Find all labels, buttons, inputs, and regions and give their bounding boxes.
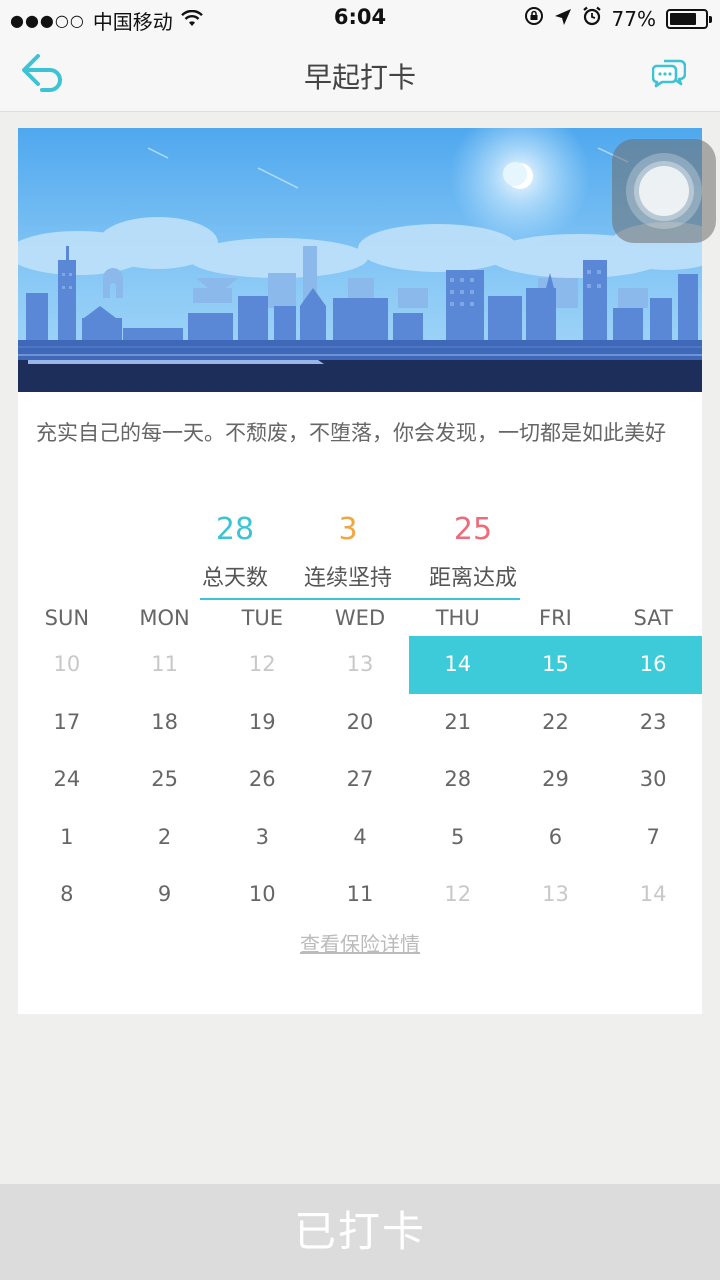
calendar-day[interactable]: 24 [18, 751, 116, 809]
stat-label: 总天数 [201, 566, 268, 591]
calendar-week-row: 17 18 19 20 21 22 23 [18, 694, 702, 752]
chat-bubbles-icon[interactable] [651, 58, 687, 88]
weekday-label: THU [435, 606, 480, 630]
weekday-label: SUN [44, 606, 90, 630]
assistive-dot [639, 166, 689, 216]
calendar-day[interactable]: 12 [213, 636, 311, 694]
calendar-day[interactable]: 3 [213, 809, 311, 867]
calendar-day[interactable]: 30 [604, 751, 702, 809]
calendar-week-row: 8 9 10 11 12 13 14 [18, 866, 702, 924]
calendar-day[interactable]: 6 [507, 809, 605, 867]
motto-text: 充实自己的每一天。不颓废，不堕落，你会发现，一切都是如此美好 [36, 421, 666, 445]
calendar-week-row: 24 25 26 27 28 29 30 [18, 751, 702, 809]
rotation-lock-icon [524, 6, 544, 31]
calendar-day[interactable]: 10 [18, 636, 116, 694]
weekday-label: MON [139, 606, 190, 630]
calendar-day[interactable]: 23 [604, 694, 702, 752]
calendar-day[interactable]: 12 [409, 866, 507, 924]
stats-panel: 28 总天数 3 连续坚持 25 距离达成 [200, 512, 520, 600]
view-insurance-link[interactable]: 查看保险详情 [18, 928, 702, 957]
stat-remaining: 25 距离达成 [408, 512, 538, 592]
calendar: SUN MON TUE WED THU FRI SAT 10 11 12 13 14 15… [18, 606, 703, 924]
stat-total-days: 28 总天数 [170, 512, 300, 592]
battery-percent: 77% [611, 6, 656, 31]
location-arrow-icon [554, 7, 572, 31]
calendar-day-checked[interactable]: 14 [408, 636, 507, 694]
calendar-day[interactable]: 8 [18, 866, 116, 924]
assistive-touch-button[interactable] [612, 139, 716, 243]
city-banner-image [18, 128, 702, 392]
calendar-day[interactable]: 29 [507, 751, 605, 809]
calendar-day[interactable]: 26 [213, 751, 311, 809]
calendar-day[interactable]: 1 [18, 809, 116, 867]
weekday-label: SAT [633, 606, 673, 630]
status-bar: ●●●○○ 中国移动 6:04 77% [0, 0, 720, 36]
stat-value: 3 [338, 512, 358, 547]
calendar-day[interactable]: 14 [604, 866, 702, 924]
calendar-day[interactable]: 17 [18, 694, 116, 752]
calendar-weekdays: SUN MON TUE WED THU FRI SAT [18, 606, 702, 636]
calendar-day-checked[interactable]: 15 [506, 636, 605, 694]
status-right: 77% [524, 6, 712, 31]
calendar-day[interactable]: 10 [213, 866, 311, 924]
calendar-day[interactable]: 11 [116, 636, 214, 694]
calendar-day[interactable]: 5 [409, 809, 507, 867]
calendar-day[interactable]: 19 [213, 694, 311, 752]
calendar-day[interactable]: 27 [311, 751, 409, 809]
battery-icon [666, 8, 712, 29]
calendar-day-checked[interactable]: 16 [604, 636, 703, 694]
calendar-day[interactable]: 22 [507, 694, 605, 752]
stat-value: 25 [453, 512, 493, 547]
weekday-label: FRI [539, 606, 572, 630]
stat-label: 连续坚持 [303, 566, 392, 591]
calendar-week-row: 1234567 [18, 809, 702, 867]
battery-fill [670, 12, 697, 25]
calendar-day[interactable]: 13 [311, 636, 409, 694]
stat-value: 28 [215, 512, 255, 547]
calendar-day[interactable]: 9 [116, 866, 214, 924]
page-title: 早起打卡 [303, 61, 416, 94]
stat-label: 距离达成 [428, 566, 517, 591]
calendar-day[interactable]: 25 [116, 751, 214, 809]
calendar-day[interactable]: 7 [604, 809, 702, 867]
calendar-day[interactable]: 13 [507, 866, 605, 924]
calendar-day[interactable]: 11 [311, 866, 409, 924]
stat-streak: 3 连续坚持 [283, 512, 413, 592]
calendar-grid: 10 11 12 13 14 15 16 17 18 19 20 21 22 23 24 25 26 27 28 29… [18, 636, 703, 924]
weekday-label: WED [334, 606, 386, 630]
calendar-day[interactable]: 28 [409, 751, 507, 809]
checked-in-button[interactable]: 已打卡 [0, 1184, 720, 1280]
calendar-week-row: 10 11 12 13 14 15 16 [18, 636, 703, 694]
calendar-day[interactable]: 2 [116, 809, 214, 867]
checkin-card: 充实自己的每一天。不颓废，不堕落，你会发现，一切都是如此美好 28 总天数 3 … [18, 128, 703, 1014]
calendar-day[interactable]: 18 [116, 694, 214, 752]
nav-bar: 早起打卡 [0, 36, 720, 112]
calendar-day[interactable]: 4 [311, 809, 409, 867]
alarm-icon [582, 6, 602, 31]
calendar-day[interactable]: 20 [311, 694, 409, 752]
weekday-label: TUE [241, 606, 284, 630]
calendar-day[interactable]: 21 [409, 694, 507, 752]
